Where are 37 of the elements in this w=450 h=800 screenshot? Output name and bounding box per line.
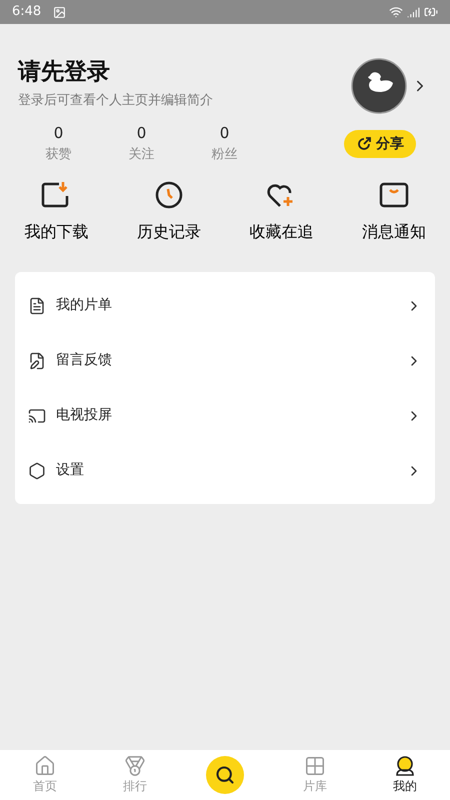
grid-icon [304, 755, 326, 777]
edit-document-icon [28, 352, 46, 370]
menu-item[interactable]: 我的片单 [15, 278, 435, 334]
login-title[interactable]: 请先登录 [18, 58, 344, 87]
stat-value: 0 [220, 123, 230, 144]
shortcut-button[interactable]: 历史记录 [112, 176, 225, 248]
settings-icon [28, 462, 46, 480]
battery-icon [424, 5, 438, 19]
smiley-icon [394, 755, 416, 777]
share-button[interactable]: 分享 [344, 130, 416, 158]
search-icon [215, 765, 235, 785]
wifi-icon [389, 5, 403, 19]
stat-value: 0 [54, 123, 64, 144]
share-icon [356, 136, 372, 152]
status-time: 6:48 [12, 3, 42, 22]
medal-icon [124, 755, 146, 777]
clock-icon [154, 181, 183, 210]
search-button[interactable] [206, 756, 244, 794]
stat-value: 0 [136, 123, 146, 144]
shortcut-button[interactable]: 收藏在追 [225, 176, 338, 248]
stat-label: 关注 [128, 146, 154, 164]
menu-item[interactable]: 电视投屏 [15, 388, 435, 444]
avatar-duck[interactable] [351, 58, 407, 114]
nav-tab[interactable]: 我的 [360, 755, 450, 795]
screen-cast-icon [28, 406, 46, 425]
stat-label: 获赞 [46, 146, 72, 164]
message-icon [378, 182, 409, 208]
download-icon [41, 181, 72, 210]
shortcut-button[interactable]: 消息通知 [338, 176, 450, 248]
home-icon [34, 755, 56, 777]
stat-label: 粉丝 [212, 146, 238, 164]
shortcut-button[interactable]: 我的下载 [0, 176, 112, 248]
menu-item[interactable]: 设置 [15, 443, 435, 498]
document-icon [28, 296, 46, 315]
menu-item[interactable]: 留言反馈 [15, 333, 435, 388]
login-subtitle: 登录后可查看个人主页并编辑简介 [18, 92, 214, 110]
image-icon [53, 6, 66, 18]
